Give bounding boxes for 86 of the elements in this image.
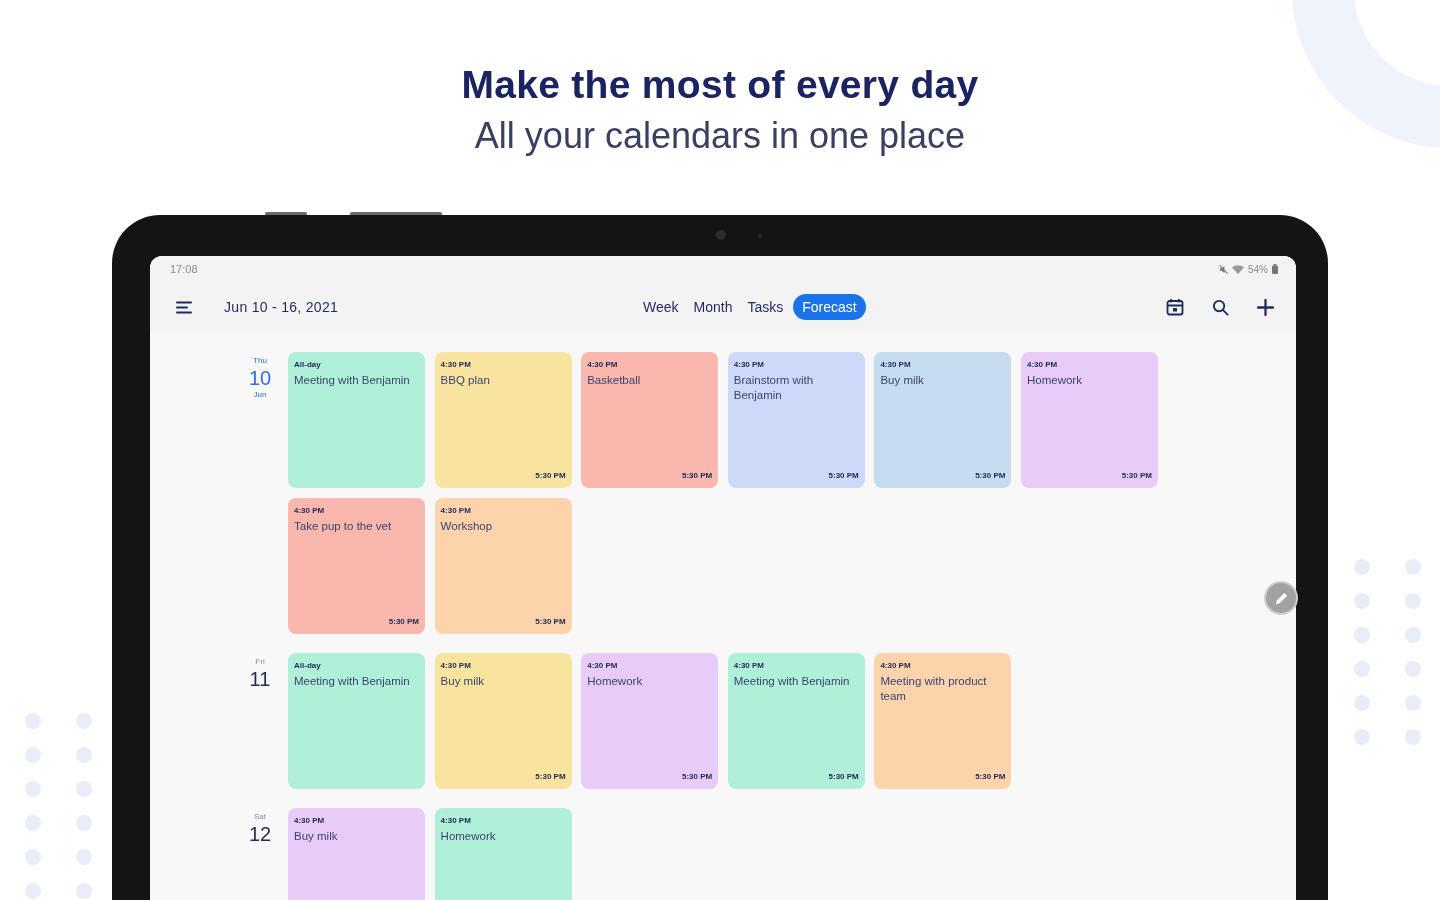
event-title: Homework [440, 829, 496, 844]
event-title: BBQ plan [440, 373, 490, 388]
event-start-time: 4:30 PM [440, 660, 471, 671]
event-title: Meeting with Benjamin [294, 674, 410, 689]
event-end-time: 5:30 PM [681, 470, 713, 481]
event-start-time: 4:30 PM [440, 505, 471, 516]
battery-icon [1272, 264, 1278, 274]
event-title: Buy milk [294, 829, 338, 844]
event-title: Homework [1026, 373, 1082, 388]
frame-ridge [265, 212, 307, 215]
event-card[interactable]: 4:30 PM BBQ plan 5:30 PM [434, 352, 572, 488]
event-title: Brainstorm with Benjamin [733, 373, 815, 403]
event-start-time: 4:30 PM [587, 660, 618, 671]
event-end-time: 5:30 PM [535, 616, 566, 627]
search-icon [1212, 298, 1229, 316]
weekday-label: Fri [255, 657, 265, 667]
event-card[interactable]: All-day Meeting with Benjamin [288, 352, 425, 488]
event-title: Workshop [440, 519, 493, 534]
event-title: Meeting with Benjamin [294, 373, 410, 388]
event-card[interactable]: 4:30 PM Take pup to the vet 5:30 PM [288, 498, 425, 634]
event-title: Homework [587, 674, 643, 689]
event-end-time: 5:30 PM [535, 771, 566, 782]
event-title: Meeting with product team [880, 674, 988, 704]
event-start-time: 4:30 PM [733, 660, 764, 671]
event-start-time: 4:30 PM [1026, 359, 1058, 370]
event-end-time: 5:30 PM [681, 771, 713, 782]
event-card[interactable]: 4:30 PM Homework 5:30 PM [1020, 352, 1158, 488]
day-number: 12 [248, 822, 272, 846]
event-end-time: 5:30 PM [1121, 470, 1152, 481]
event-card[interactable]: 4:30 PM Buy milk 5:30 PM [874, 352, 1012, 488]
event-card[interactable]: All-day Meeting with Benjamin [288, 653, 425, 789]
view-tab[interactable]: Week [636, 294, 686, 320]
today-button[interactable] [1166, 298, 1184, 316]
headline: Make the most of every day [461, 62, 979, 108]
event-card[interactable]: 4:30 PM Meeting with Benjamin 5:30 PM [727, 653, 865, 789]
event-start-time: 4:30 PM [294, 505, 325, 516]
event-start-time: 4:30 PM [880, 660, 911, 671]
calendar-icon [1166, 298, 1184, 316]
day-number: 10 [248, 366, 272, 390]
subheadline: All your calendars in one place [474, 115, 966, 157]
status-time: 17:08 [170, 263, 198, 275]
day-number: 11 [249, 667, 271, 691]
mute-icon [1219, 264, 1228, 274]
month-label: Jun [253, 390, 267, 400]
event-end-time: 5:30 PM [388, 616, 419, 627]
event-title: Meeting with Benjamin [733, 674, 850, 689]
search-button[interactable] [1212, 298, 1229, 316]
menu-button[interactable] [176, 300, 192, 314]
view-tab[interactable]: Forecast [793, 294, 866, 320]
event-end-time: 5:30 PM [975, 771, 1006, 782]
event-card[interactable]: 4:30 PM Workshop 5:30 PM [434, 498, 572, 634]
event-card[interactable]: 4:30 PM Homework [434, 808, 572, 900]
event-card[interactable]: 4:30 PM Brainstorm with Benjamin 5:30 PM [727, 352, 865, 488]
battery-level: 54% [1248, 263, 1268, 275]
event-start-time: 4:30 PM [733, 359, 764, 370]
event-start-time: 4:30 PM [294, 815, 325, 826]
view-tab[interactable]: Month [686, 294, 740, 320]
event-card[interactable]: 4:30 PM Buy milk 5:30 PM [434, 653, 572, 789]
event-start-time: 4:30 PM [587, 359, 618, 370]
pencil-icon [1273, 590, 1289, 606]
event-start-time: 4:30 PM [440, 359, 471, 370]
event-end-time: 5:30 PM [828, 771, 859, 782]
event-card[interactable]: 4:30 PM Buy milk [288, 808, 425, 900]
add-button[interactable] [1257, 298, 1274, 316]
event-title: Buy milk [880, 373, 924, 388]
event-card[interactable]: 4:30 PM Basketball 5:30 PM [581, 352, 719, 488]
event-start-time: 4:30 PM [880, 359, 911, 370]
event-start-time: All-day [294, 359, 321, 370]
event-card[interactable]: 4:30 PM Meeting with product team 5:30 PM [874, 653, 1012, 789]
camera-icon [716, 230, 726, 240]
weekday-label: Thu [253, 356, 267, 366]
event-end-time: 5:30 PM [975, 470, 1006, 481]
menu-icon [176, 300, 192, 314]
event-start-time: All-day [294, 660, 321, 671]
wifi-icon [1232, 264, 1244, 274]
event-end-time: 5:30 PM [828, 470, 859, 481]
event-title: Take pup to the vet [294, 519, 392, 534]
view-tab[interactable]: Tasks [740, 294, 791, 320]
event-title: Buy milk [440, 674, 485, 689]
event-title: Basketball [587, 373, 641, 388]
plus-icon [1257, 298, 1274, 316]
event-end-time: 5:30 PM [535, 470, 566, 481]
event-start-time: 4:30 PM [440, 815, 471, 826]
event-card[interactable]: 4:30 PM Homework 5:30 PM [581, 653, 719, 789]
date-range: Jun 10 - 16, 2021 [224, 299, 339, 315]
weekday-label: Sat [254, 812, 266, 822]
